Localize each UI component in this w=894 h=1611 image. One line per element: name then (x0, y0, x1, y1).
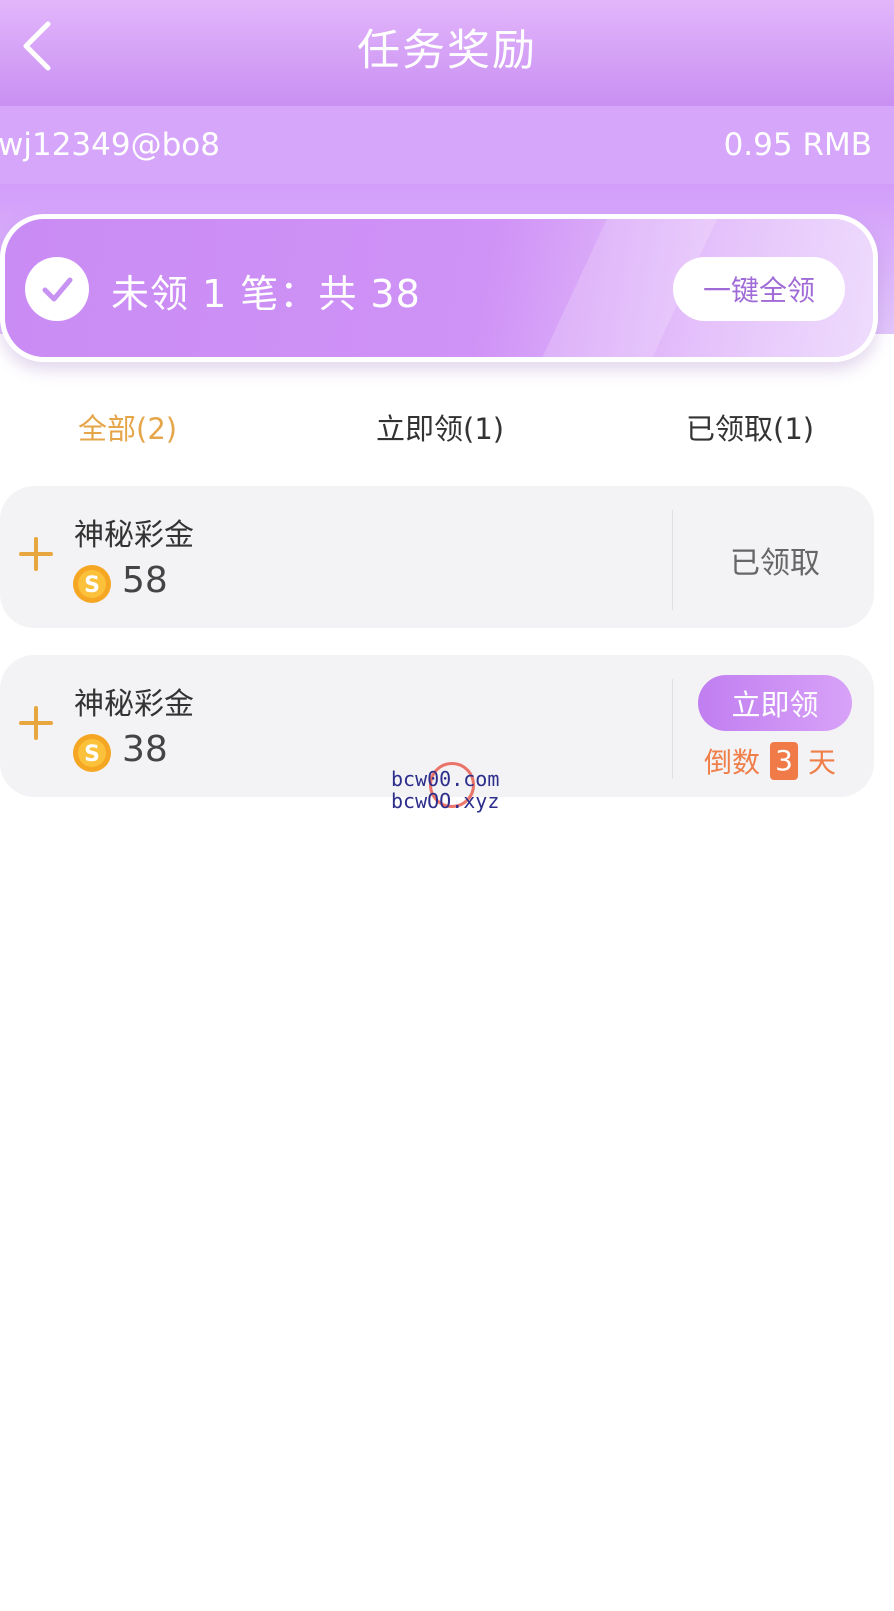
check-circle-icon (25, 257, 89, 321)
reward-amount: 58 (122, 560, 168, 601)
unclaimed-summary-card: 未领 1 笔：共 38 一键全领 (0, 214, 878, 362)
balance: 0.95 RMB (723, 127, 872, 163)
page-title: 任务奖励 (357, 26, 537, 76)
tab-all[interactable]: 全部(2) (78, 406, 177, 448)
claim-all-button[interactable]: 一键全领 (673, 257, 845, 321)
reward-name: 神秘彩金 (74, 687, 194, 722)
watermark-line-1: bcw00.com (391, 767, 500, 791)
plus-icon[interactable] (18, 705, 54, 741)
coin-icon: S (72, 564, 112, 604)
watermark: bcw00.com bcwOO.xyz (391, 762, 531, 822)
account-bar: wj12349@bo8 0.95 RMB (0, 106, 894, 184)
countdown-days: 3 (770, 742, 799, 780)
unclaimed-summary-text: 未领 1 笔：共 38 (111, 272, 421, 316)
username: wj12349@bo8 (0, 127, 220, 163)
watermark-line-2: bcwOO.xyz (391, 789, 500, 813)
claimed-status: 已领取 (730, 546, 820, 581)
countdown-suffix: 天 (808, 746, 837, 779)
top-bar: 任务奖励 (0, 0, 894, 106)
divider (672, 510, 673, 610)
divider (672, 679, 673, 779)
tab-claim-now[interactable]: 立即领(1) (376, 406, 504, 448)
filter-tabs: 全部(2) 立即领(1) 已领取(1) (0, 400, 894, 456)
svg-text:S: S (84, 742, 100, 767)
countdown-prefix: 倒数 (704, 746, 761, 779)
svg-text:S: S (84, 573, 100, 598)
countdown: 倒数 3 天 (704, 741, 836, 781)
plus-icon[interactable] (18, 536, 54, 572)
coin-icon: S (72, 733, 112, 773)
reward-item: 神秘彩金 S 58 已领取 (0, 486, 874, 628)
claim-now-button[interactable]: 立即领 (698, 675, 852, 731)
reward-name: 神秘彩金 (74, 518, 194, 553)
tab-claimed[interactable]: 已领取(1) (686, 406, 814, 448)
reward-amount: 38 (122, 729, 168, 770)
